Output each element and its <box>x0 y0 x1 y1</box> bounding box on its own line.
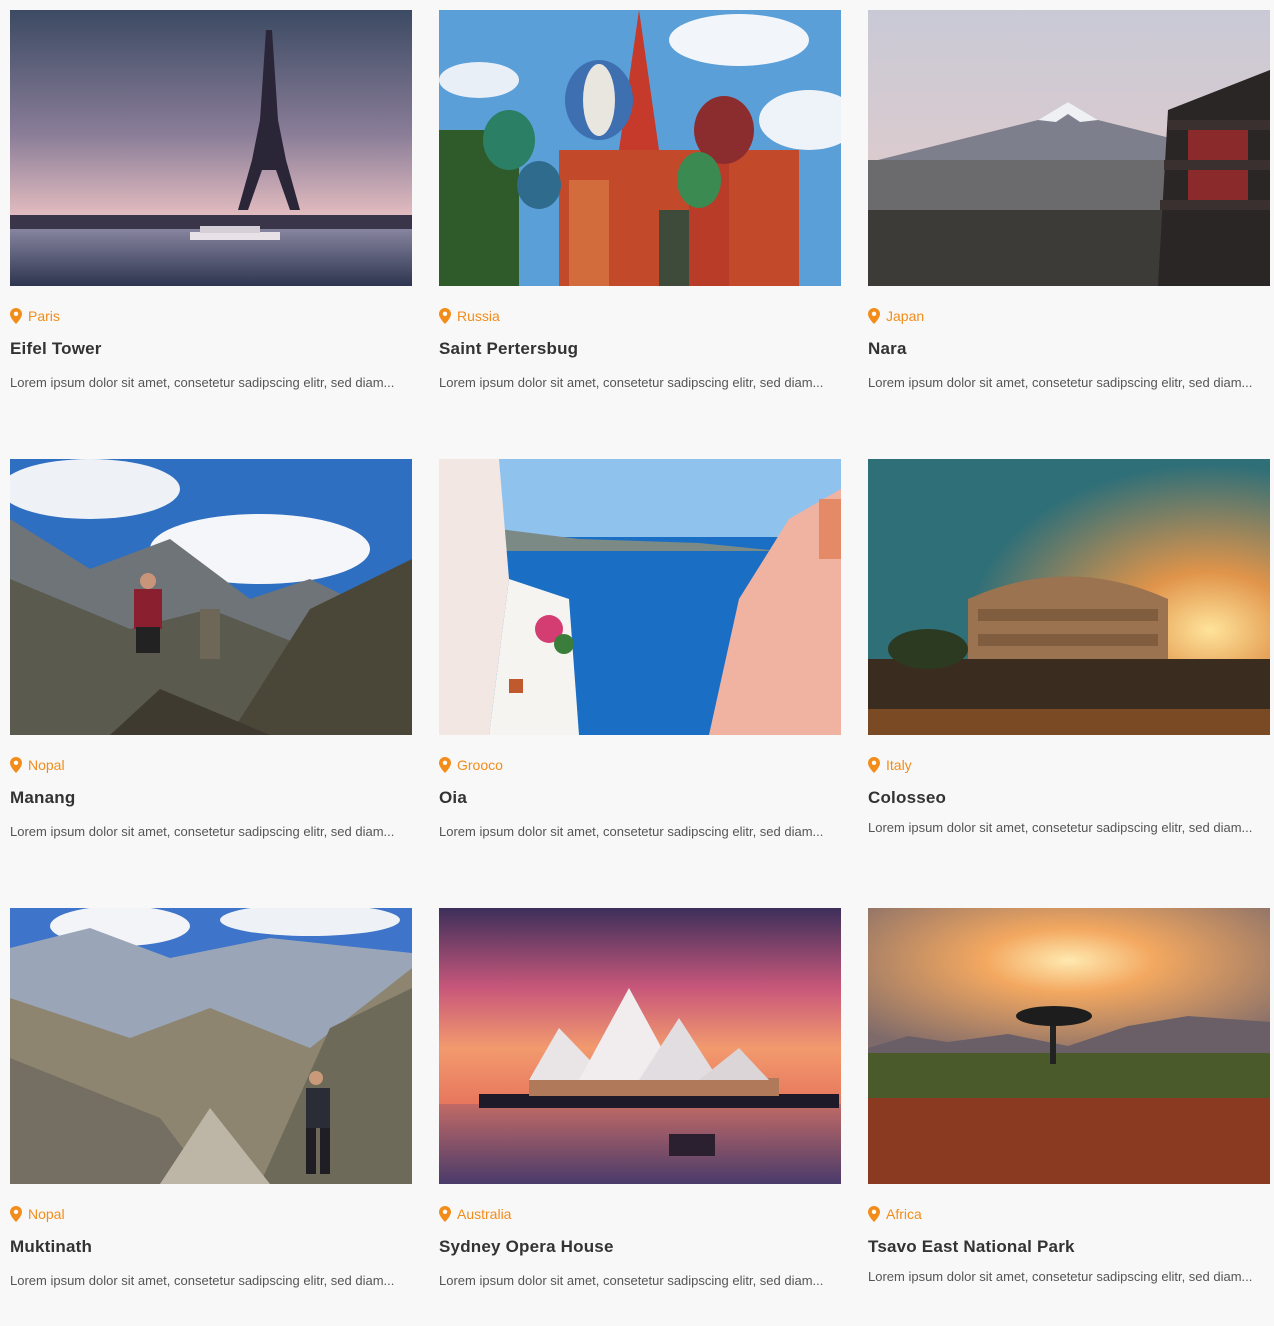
location-label[interactable]: Nopal <box>10 756 65 774</box>
destination-card[interactable]: Russia Saint Pertersbug Lorem ipsum dolo… <box>439 10 841 440</box>
location-text: Japan <box>886 308 925 324</box>
location-label[interactable]: Japan <box>868 307 924 325</box>
destination-grid: Paris Eifel Tower Lorem ipsum dolor sit … <box>0 0 1274 1326</box>
colosseum-sunset-photo[interactable] <box>868 459 1270 735</box>
saint-basils-cathedral-photo[interactable] <box>439 10 841 286</box>
mount-fuji-pagoda-photo[interactable] <box>868 10 1270 286</box>
map-pin-icon <box>10 1206 22 1222</box>
location-text: Australia <box>457 1206 512 1222</box>
eiffel-tower-photo[interactable] <box>10 10 412 286</box>
hiker-trail-photo[interactable] <box>10 908 412 1184</box>
map-pin-icon <box>10 757 22 773</box>
location-text: Nopal <box>28 1206 65 1222</box>
card-description: Lorem ipsum dolor sit amet, consetetur s… <box>868 1269 1253 1284</box>
location-text: Italy <box>886 757 912 773</box>
destination-card[interactable]: Africa Tsavo East National Park Lorem ip… <box>868 908 1270 1326</box>
location-text: Grooco <box>457 757 503 773</box>
card-description: Lorem ipsum dolor sit amet, consetetur s… <box>439 1273 824 1288</box>
location-label[interactable]: Italy <box>868 756 912 774</box>
map-pin-icon <box>439 1206 451 1222</box>
location-text: Russia <box>457 308 500 324</box>
map-pin-icon <box>439 308 451 324</box>
destination-card[interactable]: Nopal Manang Lorem ipsum dolor sit amet,… <box>10 459 412 889</box>
location-label[interactable]: Africa <box>868 1205 922 1223</box>
card-description: Lorem ipsum dolor sit amet, consetetur s… <box>10 375 395 390</box>
santorini-sea-view-photo[interactable] <box>439 459 841 735</box>
card-description: Lorem ipsum dolor sit amet, consetetur s… <box>868 820 1253 835</box>
location-label[interactable]: Nopal <box>10 1205 65 1223</box>
map-pin-icon <box>10 308 22 324</box>
card-title[interactable]: Colosseo <box>868 788 946 808</box>
location-text: Paris <box>28 308 60 324</box>
hiker-mountain-valley-photo[interactable] <box>10 459 412 735</box>
map-pin-icon <box>868 757 880 773</box>
card-title[interactable]: Saint Pertersbug <box>439 339 578 359</box>
location-label[interactable]: Grooco <box>439 756 503 774</box>
destination-card[interactable]: Nopal Muktinath Lorem ipsum dolor sit am… <box>10 908 412 1326</box>
location-text: Nopal <box>28 757 65 773</box>
map-pin-icon <box>868 1206 880 1222</box>
location-text: Africa <box>886 1206 922 1222</box>
savanna-acacia-sunset-photo[interactable] <box>868 908 1270 1184</box>
map-pin-icon <box>439 757 451 773</box>
card-description: Lorem ipsum dolor sit amet, consetetur s… <box>10 1273 395 1288</box>
destination-card[interactable]: Australia Sydney Opera House Lorem ipsum… <box>439 908 841 1326</box>
location-label[interactable]: Australia <box>439 1205 511 1223</box>
location-label[interactable]: Paris <box>10 307 60 325</box>
card-title[interactable]: Eifel Tower <box>10 339 102 359</box>
card-description: Lorem ipsum dolor sit amet, consetetur s… <box>10 824 395 839</box>
card-title[interactable]: Muktinath <box>10 1237 92 1257</box>
card-description: Lorem ipsum dolor sit amet, consetetur s… <box>439 375 824 390</box>
sydney-opera-house-photo[interactable] <box>439 908 841 1184</box>
card-title[interactable]: Manang <box>10 788 75 808</box>
destination-card[interactable]: Italy Colosseo Lorem ipsum dolor sit ame… <box>868 459 1270 889</box>
card-description: Lorem ipsum dolor sit amet, consetetur s… <box>439 824 824 839</box>
destination-card[interactable]: Paris Eifel Tower Lorem ipsum dolor sit … <box>10 10 412 440</box>
destination-card[interactable]: Japan Nara Lorem ipsum dolor sit amet, c… <box>868 10 1270 440</box>
card-description: Lorem ipsum dolor sit amet, consetetur s… <box>868 375 1253 390</box>
map-pin-icon <box>868 308 880 324</box>
destination-card[interactable]: Grooco Oia Lorem ipsum dolor sit amet, c… <box>439 459 841 889</box>
card-title[interactable]: Oia <box>439 788 467 808</box>
card-title[interactable]: Nara <box>868 339 907 359</box>
card-title[interactable]: Tsavo East National Park <box>868 1237 1075 1257</box>
card-title[interactable]: Sydney Opera House <box>439 1237 614 1257</box>
location-label[interactable]: Russia <box>439 307 500 325</box>
